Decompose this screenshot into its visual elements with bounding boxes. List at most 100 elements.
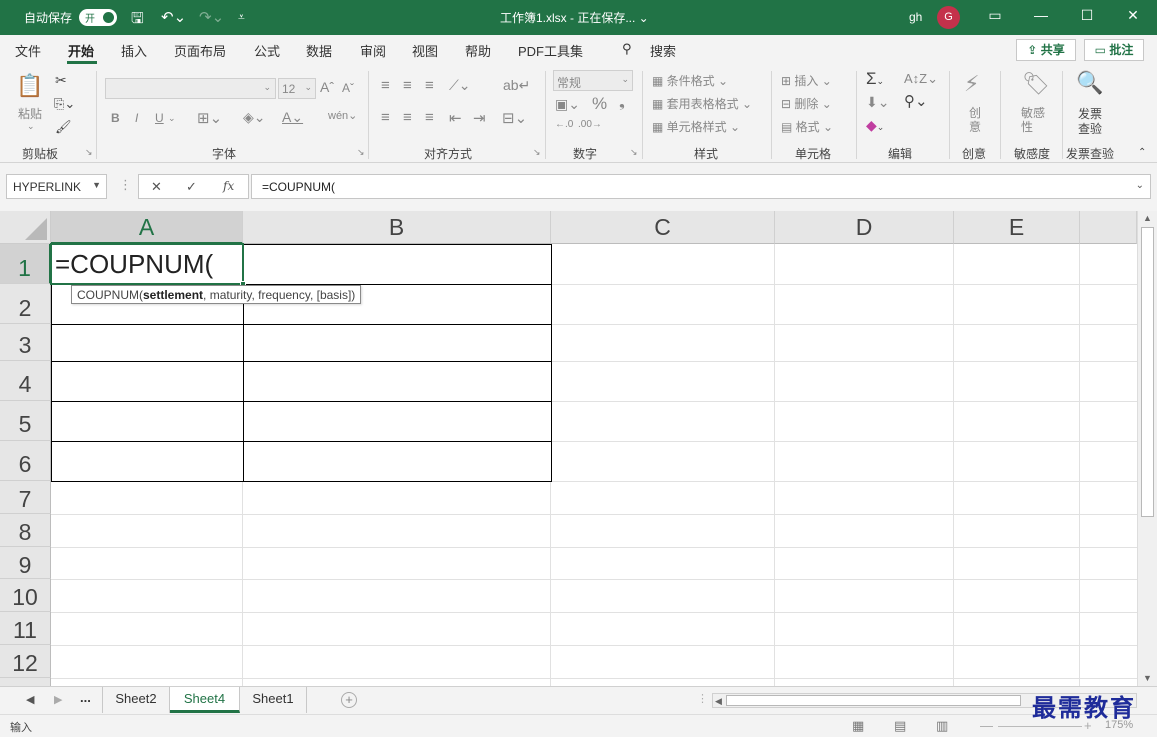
share-button[interactable]: ⇪ 共享	[1016, 39, 1076, 61]
tab-insert[interactable]: 插入	[121, 41, 147, 60]
row-header-12[interactable]: 12	[0, 645, 51, 678]
cell-b3[interactable]	[243, 324, 552, 362]
orientation-icon[interactable]: ⟋⌄	[449, 77, 471, 94]
paste-icon[interactable]: 📋	[16, 73, 43, 99]
cell-b5[interactable]	[243, 401, 552, 442]
zoom-out-icon[interactable]: —	[980, 718, 993, 733]
row-header-8[interactable]: 8	[0, 514, 51, 547]
tooltip-function[interactable]: COUPNUM(	[77, 288, 143, 302]
increase-font-icon[interactable]: Aˆ	[320, 79, 334, 95]
sheet-tab-sheet2[interactable]: Sheet2	[102, 687, 170, 713]
cell-a4[interactable]	[51, 361, 244, 402]
enter-icon[interactable]: ✓	[186, 179, 197, 195]
percent-icon[interactable]: %	[592, 94, 607, 114]
customize-toolbar-icon[interactable]: ⩡	[238, 10, 245, 25]
format-cells-button[interactable]: ▤ 格式 ⌄	[781, 118, 833, 135]
sensitivity-button-label[interactable]: 敏感 性	[1021, 106, 1045, 134]
ideas-icon[interactable]: ⚡	[964, 71, 979, 97]
minimize-icon[interactable]: —	[1031, 7, 1051, 23]
phonetic-icon[interactable]: wén⌄	[328, 109, 357, 122]
align-right-icon[interactable]: ≡	[425, 109, 434, 126]
merge-center-icon[interactable]: ⊟⌄	[502, 109, 527, 127]
tab-help[interactable]: 帮助	[465, 41, 491, 60]
italic-button[interactable]: I	[135, 111, 138, 125]
avatar[interactable]: G	[937, 6, 960, 29]
format-as-table-button[interactable]: ▦ 套用表格格式 ⌄	[652, 95, 752, 112]
column-header-c[interactable]: C	[551, 211, 775, 244]
row-header-1[interactable]: 1	[0, 244, 51, 284]
cell-b6[interactable]	[243, 441, 552, 482]
chevron-down-icon[interactable]: ⌄	[168, 113, 176, 124]
cell-b1[interactable]	[243, 244, 552, 285]
delete-cells-button[interactable]: ⊟ 删除 ⌄	[781, 95, 832, 112]
expand-formula-icon[interactable]: ⌄	[1136, 180, 1144, 191]
vertical-scrollbar[interactable]: ▲ ▼	[1137, 211, 1157, 686]
close-icon[interactable]: ✕	[1123, 7, 1143, 24]
dialog-launcher-icon[interactable]: ↘	[533, 147, 541, 158]
tab-formulas[interactable]: 公式	[254, 41, 280, 60]
tab-review[interactable]: 审阅	[360, 41, 386, 60]
bold-button[interactable]: B	[111, 111, 120, 125]
copy-icon[interactable]: ⎘⌄	[54, 96, 75, 112]
ribbon-display-icon[interactable]: ▭	[985, 7, 1005, 24]
cell-a3[interactable]	[51, 324, 244, 362]
horizontal-scroll-thumb[interactable]	[726, 695, 1021, 706]
tab-view[interactable]: 视图	[412, 41, 438, 60]
cut-icon[interactable]: ✂	[55, 72, 67, 89]
autosave-toggle[interactable]: 开	[79, 9, 117, 26]
autosum-icon[interactable]: Σ⌄	[866, 69, 884, 89]
row-header-10[interactable]: 10	[0, 579, 51, 612]
page-layout-view-icon[interactable]: ▤	[894, 718, 906, 734]
currency-icon[interactable]: ▣⌄	[555, 96, 580, 113]
cell-a6[interactable]	[51, 441, 244, 482]
search-label[interactable]: 搜索	[650, 41, 676, 60]
row-header-9[interactable]: 9	[0, 547, 51, 579]
align-bottom-icon[interactable]: ≡	[425, 77, 434, 94]
row-header-11[interactable]: 11	[0, 612, 51, 645]
column-header-d[interactable]: D	[775, 211, 954, 244]
redo-icon[interactable]: ↷⌄	[199, 8, 224, 26]
add-sheet-button[interactable]: +	[341, 692, 357, 708]
sensitivity-icon[interactable]: 🏷	[1022, 71, 1050, 97]
scroll-down-icon[interactable]: ▼	[1143, 673, 1152, 683]
tab-data[interactable]: 数据	[306, 41, 332, 60]
scroll-up-icon[interactable]: ▲	[1143, 213, 1152, 223]
vertical-scroll-thumb[interactable]	[1141, 227, 1154, 517]
sheet-tab-sheet1[interactable]: Sheet1	[240, 687, 307, 713]
function-tooltip[interactable]: COUPNUM(settlement, maturity, frequency,…	[71, 285, 362, 304]
column-header-e[interactable]: E	[954, 211, 1080, 244]
conditional-format-button[interactable]: ▦ 条件格式 ⌄	[652, 72, 728, 89]
row-header-13[interactable]	[0, 678, 51, 686]
decrease-indent-icon[interactable]: ⇤	[449, 109, 462, 127]
tab-home[interactable]: 开始	[68, 41, 94, 60]
zoom-slider[interactable]	[998, 726, 1082, 727]
underline-button[interactable]: U	[155, 111, 164, 125]
align-middle-icon[interactable]: ≡	[403, 77, 412, 94]
more-sheets-button[interactable]: ...	[80, 690, 91, 705]
row-header-6[interactable]: 6	[0, 441, 51, 481]
tab-page-layout[interactable]: 页面布局	[174, 41, 226, 60]
collapse-ribbon-icon[interactable]: ⌃	[1138, 147, 1146, 158]
align-center-icon[interactable]: ≡	[403, 109, 412, 126]
worksheet-grid[interactable]: A B C D E 1 2 3 4 5 6 7 8 9 10 11 12 =CO…	[0, 211, 1137, 686]
dialog-launcher-icon[interactable]: ↘	[357, 147, 365, 158]
dialog-launcher-icon[interactable]: ↘	[85, 147, 93, 158]
row-header-3[interactable]: 3	[0, 324, 51, 361]
column-header-b[interactable]: B	[243, 211, 551, 244]
clear-icon[interactable]: ◆⌄	[866, 117, 884, 134]
fill-color-icon[interactable]: ◈⌄	[243, 109, 266, 126]
find-select-icon[interactable]: ⚲⌄	[904, 92, 928, 110]
align-top-icon[interactable]: ≡	[381, 77, 390, 94]
save-icon[interactable]: 🖫	[131, 8, 144, 33]
undo-icon[interactable]: ↶⌄	[161, 8, 186, 26]
chevron-down-icon[interactable]: ⌄	[27, 121, 35, 132]
ideas-button-label[interactable]: 创 意	[969, 106, 981, 134]
wrap-text-icon[interactable]: ab↵	[503, 77, 530, 94]
tab-pdf-tools[interactable]: PDF工具集	[518, 41, 583, 60]
increase-indent-icon[interactable]: ⇥	[473, 109, 486, 127]
next-sheet-icon[interactable]: ▶	[54, 693, 62, 706]
prev-sheet-icon[interactable]: ◀	[26, 693, 34, 706]
format-painter-icon[interactable]: 🖌	[55, 119, 72, 135]
row-header-2[interactable]: 2	[0, 284, 51, 324]
maximize-icon[interactable]: ☐	[1077, 7, 1097, 24]
